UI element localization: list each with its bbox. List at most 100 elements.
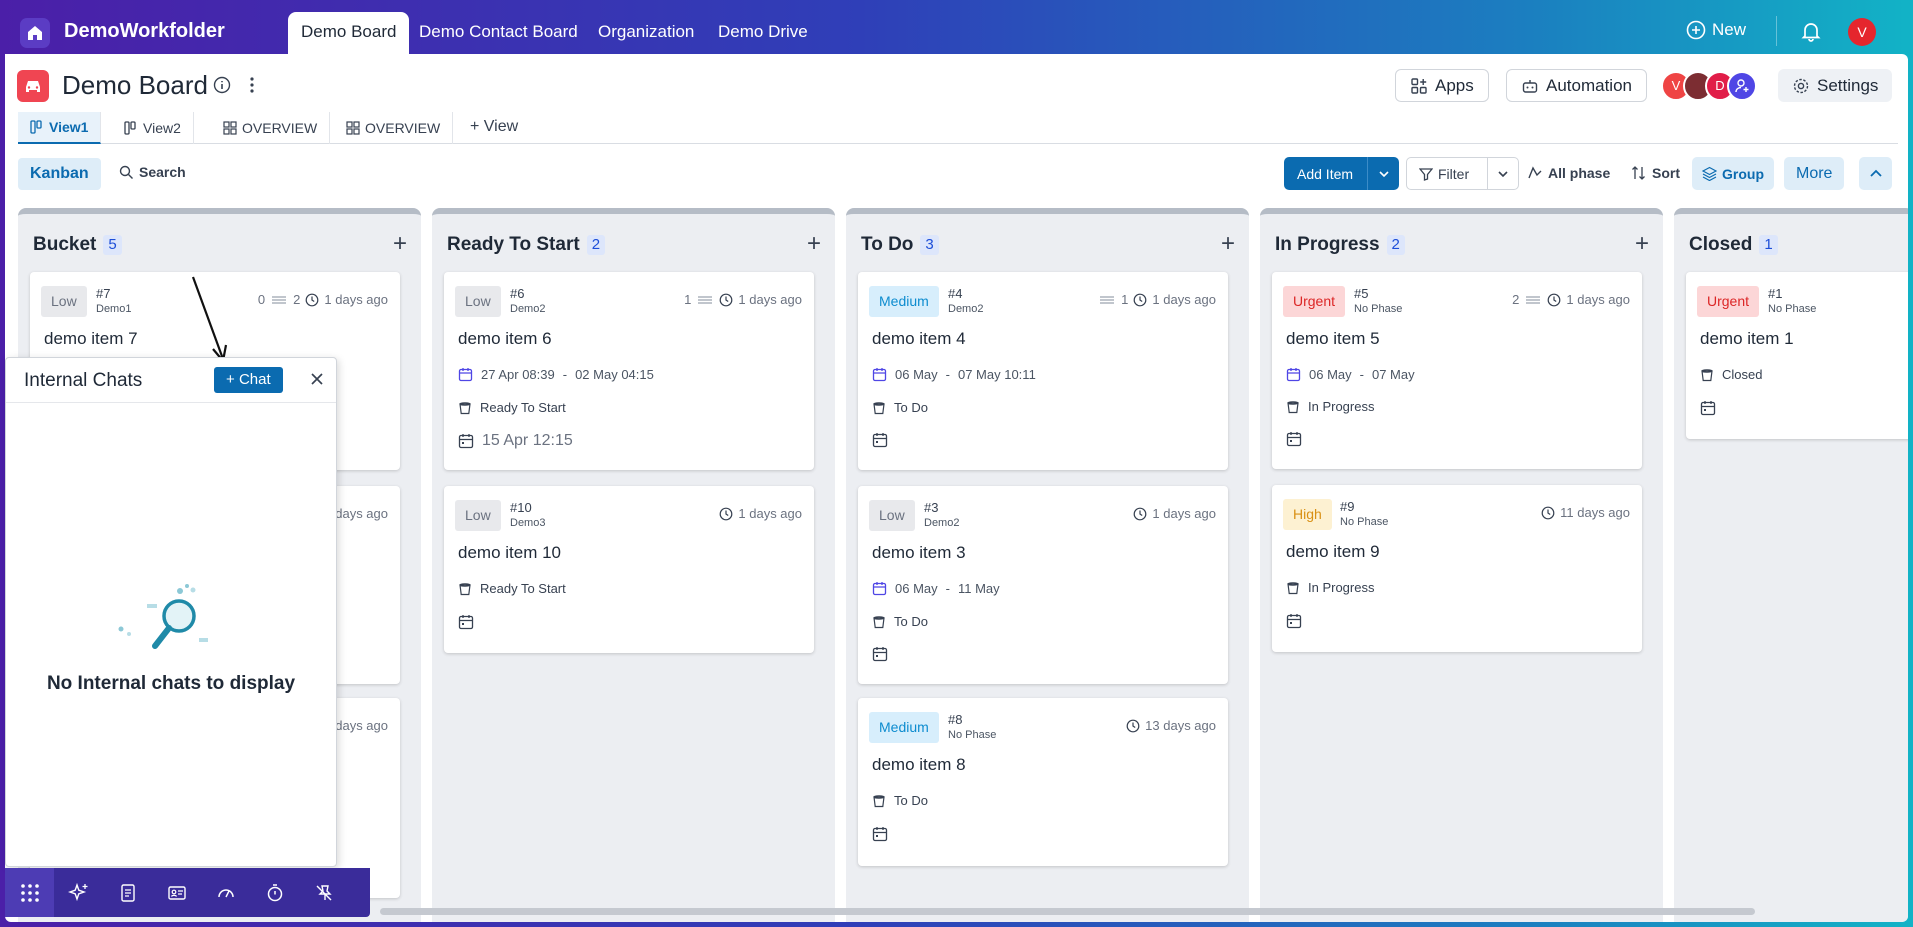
kanban-card[interactable]: Medium #4 Demo2 1 1 days ago demo item 4… <box>858 272 1228 470</box>
bucket-icon <box>873 615 885 628</box>
view-tab-overview[interactable]: OVERVIEW <box>334 112 454 144</box>
item-title: demo item 8 <box>872 755 966 774</box>
dashboard-button[interactable] <box>201 868 250 917</box>
time-ago: days ago <box>335 506 388 521</box>
apps-button[interactable]: Apps <box>1395 69 1489 102</box>
item-subtitle: No Phase <box>1340 516 1389 528</box>
unpin-button[interactable] <box>299 868 348 917</box>
item-title: demo item 4 <box>872 329 966 348</box>
kanban-card[interactable]: Low #3 Demo2 1 days ago demo item 3 06 M… <box>858 486 1228 684</box>
priority-badge: Urgent <box>1697 286 1760 317</box>
apps-icon <box>1411 77 1427 94</box>
board-info-button[interactable] <box>213 76 231 99</box>
item-id: #7 <box>96 286 111 301</box>
card-meta: days ago <box>335 718 388 733</box>
view-tab-view1[interactable]: View1 <box>18 112 102 144</box>
add-card-button[interactable]: + <box>807 230 821 258</box>
add-card-button[interactable]: + <box>393 230 407 258</box>
date-end: 07 May 10:11 <box>957 367 1036 382</box>
kanban-card[interactable]: Medium #8 No Phase 13 days ago demo item… <box>858 698 1228 866</box>
add-member-button[interactable] <box>1727 71 1757 101</box>
contacts-button[interactable] <box>152 868 201 917</box>
search-button[interactable]: Search <box>119 164 186 180</box>
close-icon <box>311 373 323 385</box>
view-tab-view2[interactable]: View2 <box>112 112 194 144</box>
due-date-row[interactable]: 15 Apr 12:15 <box>458 432 573 450</box>
subitems-icon <box>1526 295 1541 304</box>
timer-button[interactable] <box>250 868 299 917</box>
phase-label: To Do <box>894 614 928 629</box>
time-ago: 1 days ago <box>324 292 388 307</box>
filter-button[interactable]: Filter <box>1406 157 1519 190</box>
kanban-card[interactable]: Urgent #5 No Phase 2 1 days ago demo ite… <box>1272 272 1642 469</box>
filter-dropdown[interactable] <box>1488 168 1518 180</box>
time-ago: 13 days ago <box>1145 718 1216 733</box>
home-icon <box>28 26 42 40</box>
document-icon <box>120 883 135 902</box>
all-phase-button[interactable]: All phase <box>1527 165 1610 181</box>
nav-tab-demo-board[interactable]: Demo Board <box>288 12 410 54</box>
date-range: 06 May - 07 May <box>1286 367 1415 382</box>
time-ago: 11 days ago <box>1560 505 1630 520</box>
subitem-count: 2 <box>1512 292 1520 307</box>
user-avatar[interactable]: V <box>1848 18 1876 46</box>
group-button[interactable]: Group <box>1692 157 1774 190</box>
notes-button[interactable] <box>103 868 152 917</box>
sort-button[interactable]: Sort <box>1631 165 1680 181</box>
nav-tab-organization[interactable]: Organization <box>585 12 707 54</box>
date-end: 07 May <box>1371 367 1415 382</box>
bucket-icon <box>873 794 885 807</box>
pin-off-icon <box>316 884 332 900</box>
home-button[interactable] <box>20 18 50 48</box>
due-date-row[interactable] <box>872 826 888 842</box>
item-id: #6 <box>510 286 525 301</box>
kanban-card[interactable]: High #9 No Phase 11 days ago demo item 9… <box>1272 485 1642 652</box>
due-date-row[interactable] <box>1286 431 1302 447</box>
notifications-button[interactable] <box>1800 20 1822 47</box>
due-date-row[interactable] <box>1700 400 1716 416</box>
settings-label: Settings <box>1817 75 1879 95</box>
add-card-button[interactable]: + <box>1635 230 1649 258</box>
apps-grid-button[interactable] <box>5 868 54 917</box>
column-header: Bucket 5 <box>33 234 122 256</box>
due-date-row[interactable] <box>458 614 474 630</box>
due-date-row[interactable] <box>872 432 888 448</box>
top-navbar: DemoWorkfolder Demo Board Demo Contact B… <box>0 0 1913 54</box>
item-subtitle: Demo2 <box>948 303 984 315</box>
close-chat-button[interactable] <box>306 368 328 395</box>
automation-button[interactable]: Automation <box>1506 69 1647 102</box>
item-title: demo item 1 <box>1700 329 1794 348</box>
horizontal-scrollbar[interactable] <box>380 908 1755 915</box>
date-range: 06 May - 07 May 10:11 <box>872 367 1036 382</box>
add-item-button[interactable]: Add Item <box>1284 157 1399 190</box>
column-name: Bucket <box>33 234 97 255</box>
date-separator: - <box>562 367 568 382</box>
kanban-card[interactable]: Low #6 Demo2 1 1 days ago demo item 6 27… <box>444 272 814 470</box>
kanban-card[interactable]: Low #10 Demo3 1 days ago demo item 10 Re… <box>444 486 814 653</box>
add-view-button[interactable]: + View <box>470 118 518 136</box>
nav-tab-demo-contact-board[interactable]: Demo Contact Board <box>406 12 591 54</box>
more-button[interactable]: More <box>1784 157 1845 190</box>
board-members[interactable]: V D <box>1661 71 1761 103</box>
kanban-card[interactable]: Urgent #1 No Phase demo item 1 Closed <box>1686 272 1908 439</box>
add-card-button[interactable]: + <box>1221 230 1235 258</box>
priority-badge: Urgent <box>1283 286 1346 317</box>
collapse-button[interactable] <box>1859 157 1892 190</box>
time-ago: 1 days ago <box>1152 292 1216 307</box>
new-button[interactable]: New <box>1686 20 1746 40</box>
item-title: demo item 10 <box>458 543 561 562</box>
calendar-icon <box>1286 368 1301 382</box>
date-end: 11 May <box>957 581 1000 596</box>
due-date-row[interactable] <box>872 646 888 662</box>
due-date-row[interactable] <box>1286 613 1302 629</box>
priority-badge: Medium <box>869 286 939 317</box>
nav-tab-demo-drive[interactable]: Demo Drive <box>705 12 821 54</box>
ai-button[interactable] <box>54 868 103 917</box>
add-item-dropdown[interactable] <box>1367 157 1399 190</box>
kanban-button[interactable]: Kanban <box>18 158 101 190</box>
gauge-icon <box>217 888 234 897</box>
view-tab-overview[interactable]: OVERVIEW <box>211 112 331 144</box>
new-chat-button[interactable]: + Chat <box>214 367 283 393</box>
board-menu-button[interactable] <box>248 76 256 99</box>
settings-button[interactable]: Settings <box>1778 69 1893 102</box>
